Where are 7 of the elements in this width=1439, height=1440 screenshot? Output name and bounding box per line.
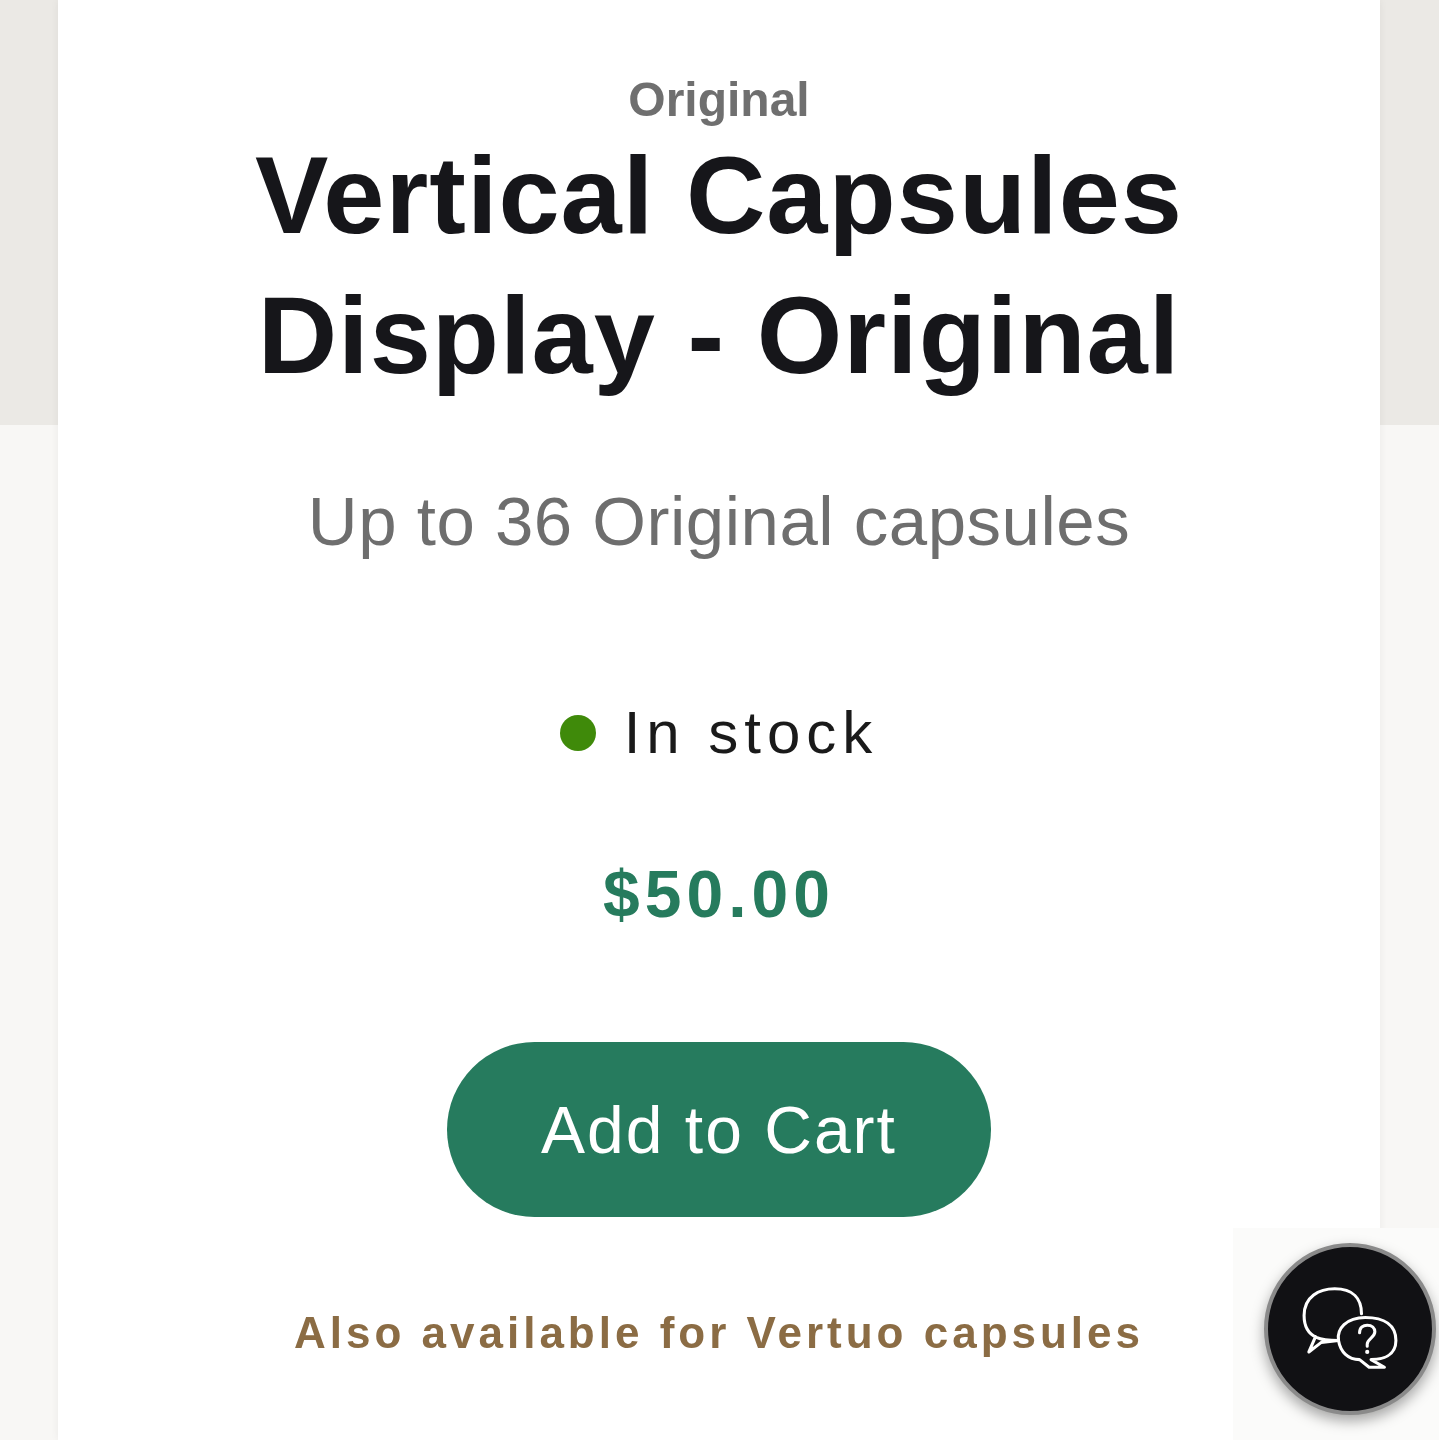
alternate-product-link[interactable]: Also available for Vertuo capsules bbox=[293, 1305, 1145, 1361]
product-subtitle: Up to 36 Original capsules bbox=[307, 482, 1131, 562]
stock-status-label: In stock bbox=[623, 698, 879, 768]
add-to-cart-button[interactable]: Add to Cart bbox=[447, 1042, 991, 1217]
product-category: Original bbox=[628, 72, 810, 128]
product-title: Vertical Capsules Display - Original bbox=[253, 132, 1184, 398]
product-price: $50.00 bbox=[603, 859, 835, 929]
